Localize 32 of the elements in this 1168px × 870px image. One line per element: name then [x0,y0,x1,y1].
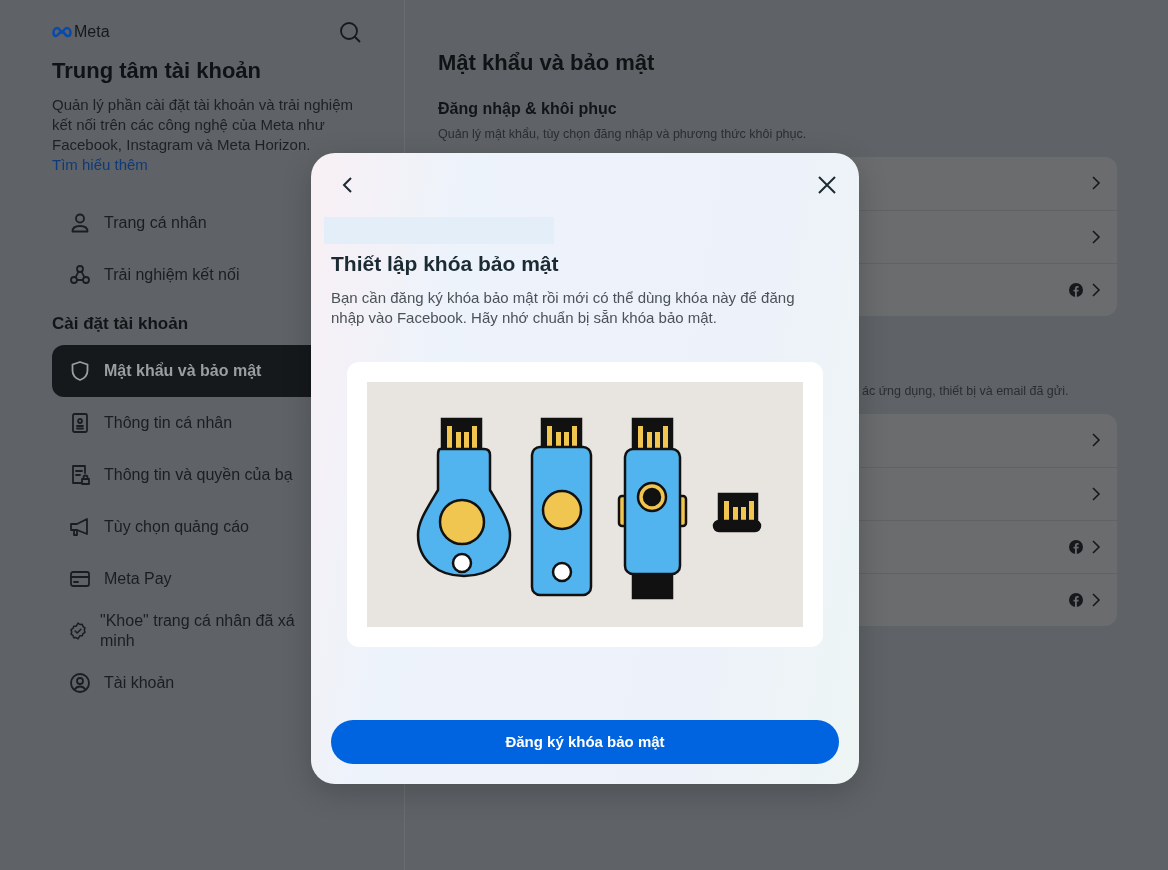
connected-circles-icon [68,263,92,287]
section-heading: Cài đặt tài khoản [52,313,189,335]
nav-item[interactable]: Trang cá nhân [52,197,311,249]
facebook-icon [1069,539,1083,554]
facebook-icon [1069,282,1083,297]
chevron-right-icon[interactable] [1091,591,1101,608]
nav-item[interactable]: Tài khoản [52,656,311,709]
nav-item[interactable]: Thông tin cá nhân [52,396,311,449]
nav-item[interactable]: "Khoe" trang cá nhân đã xá minh [52,604,311,657]
user-circle-icon [68,670,92,695]
sidebar-description: Quản lý phần cài đặt tài khoản và trải nghiệm kết nối trên các công nghệ của Meta như Facebook, Instagram và Meta Horizon. Tìm hiểu thêm [52,95,355,175]
section-heading: Đăng nhập & khôi phục [438,99,618,119]
chevron-right-icon[interactable] [1091,538,1101,555]
page-title: Mật khẩu và bảo mật [438,49,656,77]
chevron-right-icon[interactable] [1091,485,1101,502]
chevron-right-icon[interactable] [1091,175,1101,192]
chevron-right-icon[interactable] [1091,281,1101,298]
nav-item[interactable]: Thông tin và quyền của bạ [52,448,311,501]
nav-item[interactable]: Meta Pay [52,552,311,605]
nav-item[interactable]: Mật khẩu và bảo mật [52,344,311,397]
nav-item[interactable]: Trải nghiệm kết nối [52,249,311,301]
meta-logo[interactable]: Meta [52,20,110,44]
facebook-icon [1069,592,1083,607]
search-icon [338,20,362,44]
dialog-title: Thiết lập khóa bảo mật [331,251,560,277]
learn-more-link[interactable]: Tìm hiểu thêm [52,156,148,173]
register-key-button[interactable]: Đăng ký khóa bảo mật [331,720,839,764]
nav-item[interactable]: Tùy chọn quảng cáo [52,500,311,553]
chevron-right-icon[interactable] [1091,228,1101,245]
sidebar-title: Trung tâm tài khoản [52,57,263,85]
dialog-description: Bạn cần đăng ký khóa bảo mật rồi mới có thể dùng khóa này để đăng nhập vào Facebook. Hãy nhớ chuẩn bị sẵn khóa bảo mật. [331,287,796,328]
chevron-right-icon[interactable] [1091,432,1101,448]
